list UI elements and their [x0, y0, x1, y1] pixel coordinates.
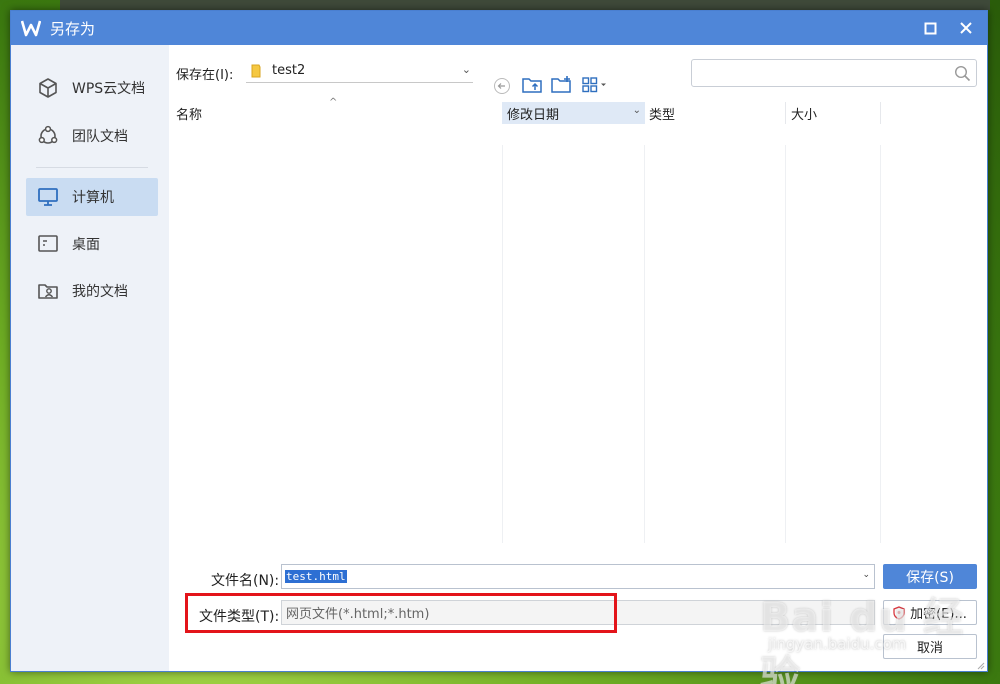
file-list[interactable] — [169, 125, 987, 545]
title-bar: 另存为 — [11, 11, 987, 45]
sidebar-item-my-documents[interactable]: 我的文档 — [26, 272, 158, 310]
cube-icon — [37, 77, 59, 99]
save-button[interactable]: 保存(S) — [883, 564, 977, 589]
shield-icon — [893, 605, 905, 620]
encrypt-button[interactable]: 加密(E)... — [883, 600, 977, 625]
sidebar-item-label: 团队文档 — [72, 129, 128, 145]
save-in-value: test2 — [272, 63, 306, 78]
back-arrow-icon — [494, 78, 510, 94]
maximize-button[interactable] — [913, 11, 947, 45]
main-pane: 保存在(I): test2 ⌄ ^ 名称 修改日期 ⌄ 类型 大小 文件名(N)… — [169, 45, 987, 671]
resize-grip-icon[interactable] — [975, 659, 985, 670]
column-divider — [785, 145, 786, 543]
sidebar-divider — [36, 167, 148, 168]
background-window-edge — [60, 0, 990, 10]
desktop-icon — [37, 233, 59, 255]
sidebar-item-computer[interactable]: 计算机 — [26, 178, 158, 216]
sidebar-item-label: 计算机 — [72, 190, 114, 206]
annotation-highlight-box — [185, 593, 617, 633]
save-in-dropdown[interactable]: test2 ⌄ — [246, 59, 473, 83]
team-icon — [37, 125, 59, 147]
wps-logo-icon — [20, 17, 42, 39]
column-header-size[interactable]: 大小 — [786, 102, 881, 124]
column-divider — [644, 145, 645, 543]
filename-value: test.html — [285, 570, 347, 583]
search-input[interactable] — [691, 59, 977, 87]
maximize-icon — [924, 22, 936, 34]
cancel-button[interactable]: 取消 — [883, 634, 977, 659]
search-icon — [954, 65, 971, 86]
folder-icon — [250, 64, 264, 78]
column-divider — [502, 145, 503, 543]
column-header-label: 大小 — [791, 107, 818, 123]
user-folder-icon — [37, 280, 59, 302]
column-header-type[interactable]: 类型 — [644, 102, 784, 124]
sidebar-item-desktop[interactable]: 桌面 — [26, 225, 158, 263]
up-folder-icon — [522, 78, 542, 93]
monitor-icon — [37, 186, 59, 208]
column-header-label: 修改日期 — [507, 107, 560, 123]
filename-input[interactable]: test.html ⌄ — [281, 564, 875, 589]
column-header-modified[interactable]: 修改日期 ⌄ — [502, 102, 645, 124]
sidebar-item-label: 桌面 — [72, 237, 100, 253]
column-divider — [880, 145, 881, 543]
view-mode-button[interactable] — [582, 77, 608, 93]
dialog-title: 另存为 — [50, 19, 96, 38]
chevron-down-icon: ⌄ — [862, 570, 870, 580]
new-folder-button[interactable] — [550, 75, 572, 95]
places-sidebar: WPS云文档 团队文档 计算机 桌面 我的文档 — [11, 45, 169, 671]
close-icon — [960, 22, 972, 34]
column-divider — [785, 102, 786, 124]
sidebar-item-team-docs[interactable]: 团队文档 — [26, 117, 158, 155]
grid-view-icon — [582, 77, 606, 93]
column-header-label: 名称 — [176, 107, 203, 123]
chevron-down-icon: ⌄ — [632, 105, 641, 116]
encrypt-button-label: 加密(E)... — [910, 607, 967, 622]
save-in-label: 保存在(I): — [176, 68, 234, 83]
filename-label: 文件名(N): — [211, 573, 280, 589]
save-as-dialog: 另存为 WPS云文档 团队文档 计算机 桌面 我的文档 保存在(I): test… — [10, 10, 988, 672]
column-divider — [880, 102, 881, 124]
close-button[interactable] — [949, 11, 983, 45]
chevron-down-icon: ⌄ — [461, 63, 471, 76]
up-folder-button[interactable] — [521, 75, 543, 95]
back-button[interactable] — [493, 77, 511, 95]
column-header-name[interactable]: 名称 — [171, 102, 501, 124]
new-folder-icon — [551, 76, 571, 93]
column-header-label: 类型 — [649, 107, 676, 123]
sidebar-item-label: WPS云文档 — [72, 81, 146, 97]
sidebar-item-wps-cloud[interactable]: WPS云文档 — [26, 69, 158, 107]
sidebar-item-label: 我的文档 — [72, 284, 128, 300]
